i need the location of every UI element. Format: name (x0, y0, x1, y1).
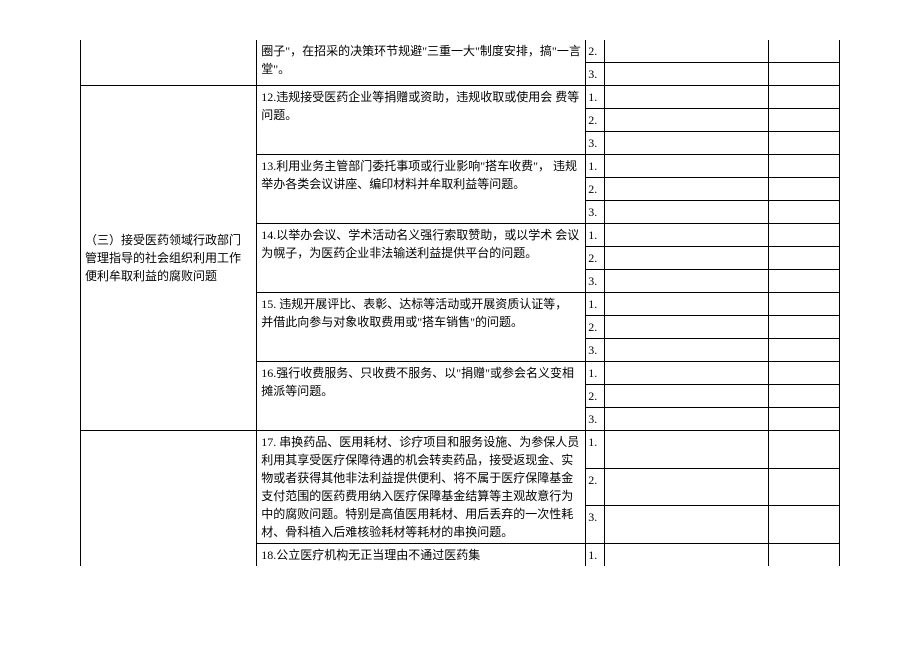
item-12-text: 12.违规接受医药企业等捐赠或资助，违规收取或使用会 费等问题。 (257, 86, 586, 155)
blank-cell (769, 178, 840, 201)
section-4-col1 (81, 431, 257, 567)
blank-cell (605, 544, 769, 567)
item-18-text: 18.公立医疗机构无正当理由不通过医药集 (257, 544, 586, 567)
blank-cell (605, 431, 769, 469)
blank-cell (605, 362, 769, 385)
blank-cell (769, 408, 840, 431)
blank-cell (769, 270, 840, 293)
item-13-num-2: 2. (586, 178, 605, 201)
blank-cell (605, 132, 769, 155)
item-17-num-2: 2. (586, 468, 605, 506)
item-11-num-2: 2. (586, 40, 605, 63)
blank-cell (769, 506, 840, 544)
blank-cell (769, 155, 840, 178)
blank-cell (769, 63, 840, 86)
item-16-num-2: 2. (586, 385, 605, 408)
blank-cell (769, 86, 840, 109)
blank-cell (769, 293, 840, 316)
blank-cell (769, 247, 840, 270)
item-14-num-3: 3. (586, 270, 605, 293)
item-13-text: 13.利用业务主管部门委托事项或行业影响"搭车收费"， 违规举办各类会议讲座、编… (257, 155, 586, 224)
item-11-tail: 圈子"，在招采的决策环节规避"三重一大"制度安排，搞"一言堂"。 (257, 40, 586, 86)
blank-cell (605, 408, 769, 431)
blank-cell (605, 40, 769, 63)
blank-cell (605, 86, 769, 109)
item-12-num-2: 2. (586, 109, 605, 132)
blank-cell (769, 362, 840, 385)
blank-cell (769, 385, 840, 408)
blank-cell (605, 63, 769, 86)
section-3-title: （三）接受医药领域行政部门管理指导的社会组织利用工作便利牟取利益的腐败问题 (81, 86, 257, 431)
blank-cell (769, 339, 840, 362)
blank-cell (769, 544, 840, 567)
blank-cell (605, 109, 769, 132)
blank-cell (605, 316, 769, 339)
blank-cell (605, 293, 769, 316)
item-13-num-3: 3. (586, 201, 605, 224)
blank-cell (605, 385, 769, 408)
item-15-text: 15. 违规开展评比、表彰、达标等活动或开展资质认证等， 并借此向参与对象收取费… (257, 293, 586, 362)
item-15-num-2: 2. (586, 316, 605, 339)
document-table: 圈子"，在招采的决策环节规避"三重一大"制度安排，搞"一言堂"。 2. 3. （… (80, 40, 840, 566)
blank-cell (605, 178, 769, 201)
item-12-num-3: 3. (586, 132, 605, 155)
item-16-text: 16.强行收费服务、只收费不服务、以"捐赠"或参会名义变相摊派等问题。 (257, 362, 586, 431)
item-18-num-1: 1. (586, 544, 605, 567)
blank-cell (605, 155, 769, 178)
blank-cell (605, 506, 769, 544)
item-12-num-1: 1. (586, 86, 605, 109)
item-15-num-3: 3. (586, 339, 605, 362)
item-13-num-1: 1. (586, 155, 605, 178)
blank-cell (605, 339, 769, 362)
item-17-num-3: 3. (586, 506, 605, 544)
item-11-num-3: 3. (586, 63, 605, 86)
blank-cell (605, 468, 769, 506)
item-16-num-3: 3. (586, 408, 605, 431)
blank-cell (769, 132, 840, 155)
item-15-num-1: 1. (586, 293, 605, 316)
blank-cell (769, 316, 840, 339)
blank-cell (605, 270, 769, 293)
item-17-text: 17. 串换药品、医用耗材、诊疗项目和服务设施、为参保人员利用其享受医疗保障待遇… (257, 431, 586, 544)
item-14-text: 14.以举办会议、学术活动名义强行索取赞助，或以学术 会议为幌子，为医药企业非法… (257, 224, 586, 293)
blank-cell (769, 224, 840, 247)
item-16-num-1: 1. (586, 362, 605, 385)
blank-cell (605, 201, 769, 224)
item-14-num-2: 2. (586, 247, 605, 270)
blank-cell (769, 40, 840, 63)
item-17-num-1: 1. (586, 431, 605, 469)
blank-cell (605, 247, 769, 270)
blank-cell (769, 468, 840, 506)
blank-cell (769, 109, 840, 132)
prev-section-col1 (81, 40, 257, 86)
blank-cell (769, 201, 840, 224)
blank-cell (605, 224, 769, 247)
blank-cell (769, 431, 840, 469)
item-14-num-1: 1. (586, 224, 605, 247)
